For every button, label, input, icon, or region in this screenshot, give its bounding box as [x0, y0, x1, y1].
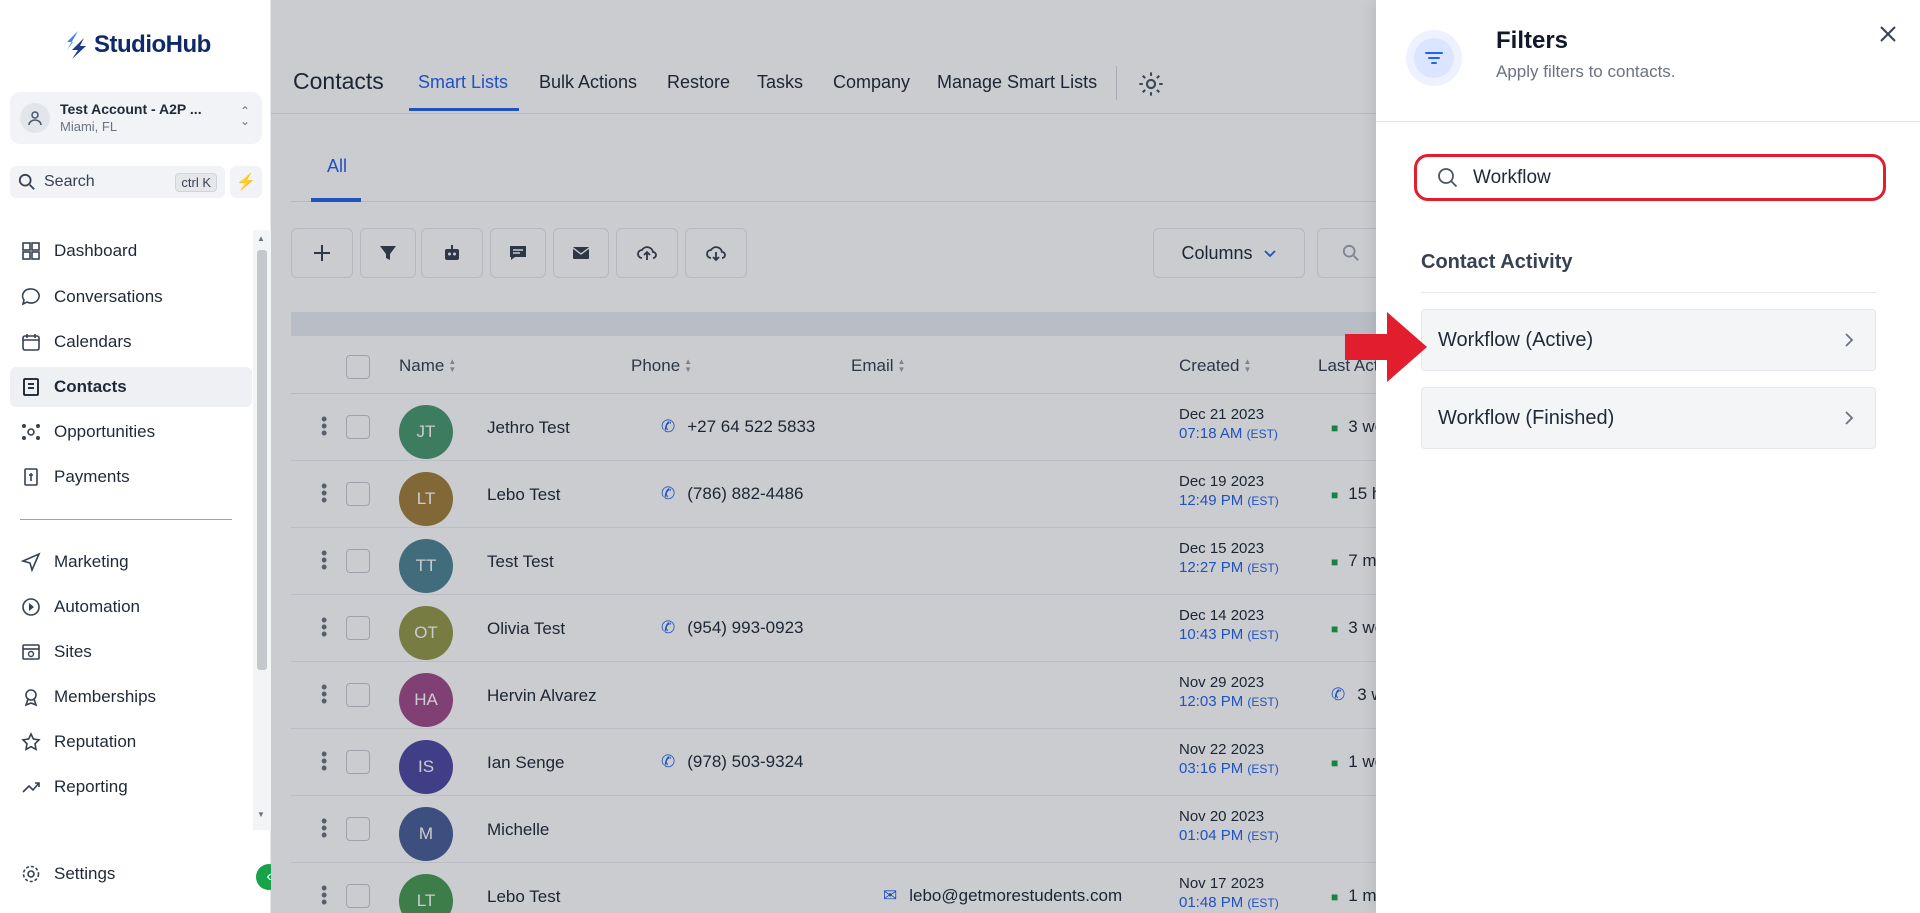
filter-section-title: Contact Activity	[1421, 251, 1573, 273]
opportunities-icon	[20, 421, 42, 443]
account-name: Test Account - A2P ...	[60, 101, 202, 117]
nav-label: Settings	[54, 864, 116, 883]
filter-search-value: Workflow	[1473, 166, 1551, 188]
automation-icon	[20, 596, 42, 618]
scrollbar-thumb[interactable]	[257, 250, 267, 670]
nav-sites[interactable]: Sites	[10, 632, 252, 672]
trend-line-icon	[20, 776, 42, 798]
account-switcher[interactable]: Test Account - A2P ... Miami, FL ⌃ ⌄	[10, 92, 262, 144]
nav-memberships[interactable]: Memberships	[10, 677, 252, 717]
filter-lines-icon	[1406, 30, 1462, 86]
memberships-icon	[20, 686, 42, 708]
sidebar-search[interactable]: Search ctrl K	[10, 166, 225, 198]
nav-label: Contacts	[54, 377, 127, 396]
scroll-up-icon: ▲	[257, 234, 265, 243]
account-avatar-icon	[20, 103, 50, 133]
calendar-icon	[20, 331, 42, 353]
sidebar: StudioHub Test Account - A2P ... Miami, …	[0, 0, 282, 913]
nav-label: Automation	[54, 597, 140, 616]
nav-label: Conversations	[54, 287, 163, 306]
nav-label: Memberships	[54, 687, 157, 706]
chevron-right-icon	[1845, 333, 1854, 347]
filter-option-label: Workflow (Finished)	[1438, 406, 1615, 429]
payments-icon	[20, 466, 42, 488]
dashboard-icon	[20, 240, 42, 262]
nav-label: Calendars	[54, 332, 132, 351]
nav-marketing[interactable]: Marketing	[10, 542, 252, 582]
nav-contacts[interactable]: Contacts	[10, 367, 252, 407]
nav-label: Marketing	[54, 552, 129, 571]
search-icon	[1438, 167, 1458, 187]
chat-bubble-icon	[20, 286, 42, 308]
filters-header: Filters Apply filters to contacts.	[1376, 0, 1920, 122]
gear-icon	[20, 863, 42, 885]
nav-label: Opportunities	[54, 422, 156, 441]
search-label: Search	[44, 173, 95, 190]
chevron-updown-icon: ⌃ ⌄	[239, 104, 250, 128]
nav-dashboard[interactable]: Dashboard	[10, 231, 252, 271]
nav-settings[interactable]: Settings	[10, 854, 252, 894]
nav-conversations[interactable]: Conversations	[10, 277, 252, 317]
nav-label: Reputation	[54, 732, 137, 751]
filters-title: Filters	[1496, 27, 1569, 54]
logo-icon	[67, 31, 86, 59]
nav-automation[interactable]: Automation	[10, 587, 252, 627]
nav-reporting[interactable]: Reporting	[10, 767, 252, 807]
filter-option-workflow-finished[interactable]: Workflow (Finished)	[1421, 387, 1876, 449]
app-logo[interactable]: StudioHub	[64, 30, 211, 60]
nav-payments[interactable]: Payments	[10, 457, 252, 497]
chevron-right-icon	[1845, 411, 1854, 425]
filter-search-input[interactable]: Workflow	[1414, 154, 1886, 201]
close-icon[interactable]	[1876, 22, 1900, 46]
account-location: Miami, FL	[60, 119, 118, 134]
section-divider	[1421, 292, 1876, 293]
nav-label: Reporting	[54, 777, 128, 796]
sidebar-divider	[20, 519, 232, 520]
sidebar-scrollbar[interactable]: ▲ ▼	[253, 230, 271, 830]
star-icon	[20, 731, 42, 753]
sites-icon	[20, 641, 42, 663]
filter-option-label: Workflow (Active)	[1438, 328, 1594, 351]
nav-label: Sites	[54, 642, 92, 661]
scroll-down-icon: ▼	[257, 810, 265, 819]
send-icon	[20, 551, 42, 573]
nav-reputation[interactable]: Reputation	[10, 722, 252, 762]
search-shortcut: ctrl K	[175, 172, 217, 192]
filter-option-workflow-active[interactable]: Workflow (Active)	[1421, 309, 1876, 371]
filters-panel: Filters Apply filters to contacts. Workf…	[1376, 0, 1920, 913]
quick-actions-bolt-icon[interactable]: ⚡	[230, 166, 262, 198]
nav-label: Dashboard	[54, 241, 138, 260]
contacts-book-icon	[20, 376, 42, 398]
nav-label: Payments	[54, 467, 130, 486]
search-icon	[18, 173, 35, 190]
red-arrow-annotation-icon	[1345, 312, 1427, 382]
nav-opportunities[interactable]: Opportunities	[10, 412, 252, 452]
nav-calendars[interactable]: Calendars	[10, 322, 252, 362]
filters-subtitle: Apply filters to contacts.	[1496, 62, 1676, 81]
app-name: StudioHub	[94, 31, 211, 58]
